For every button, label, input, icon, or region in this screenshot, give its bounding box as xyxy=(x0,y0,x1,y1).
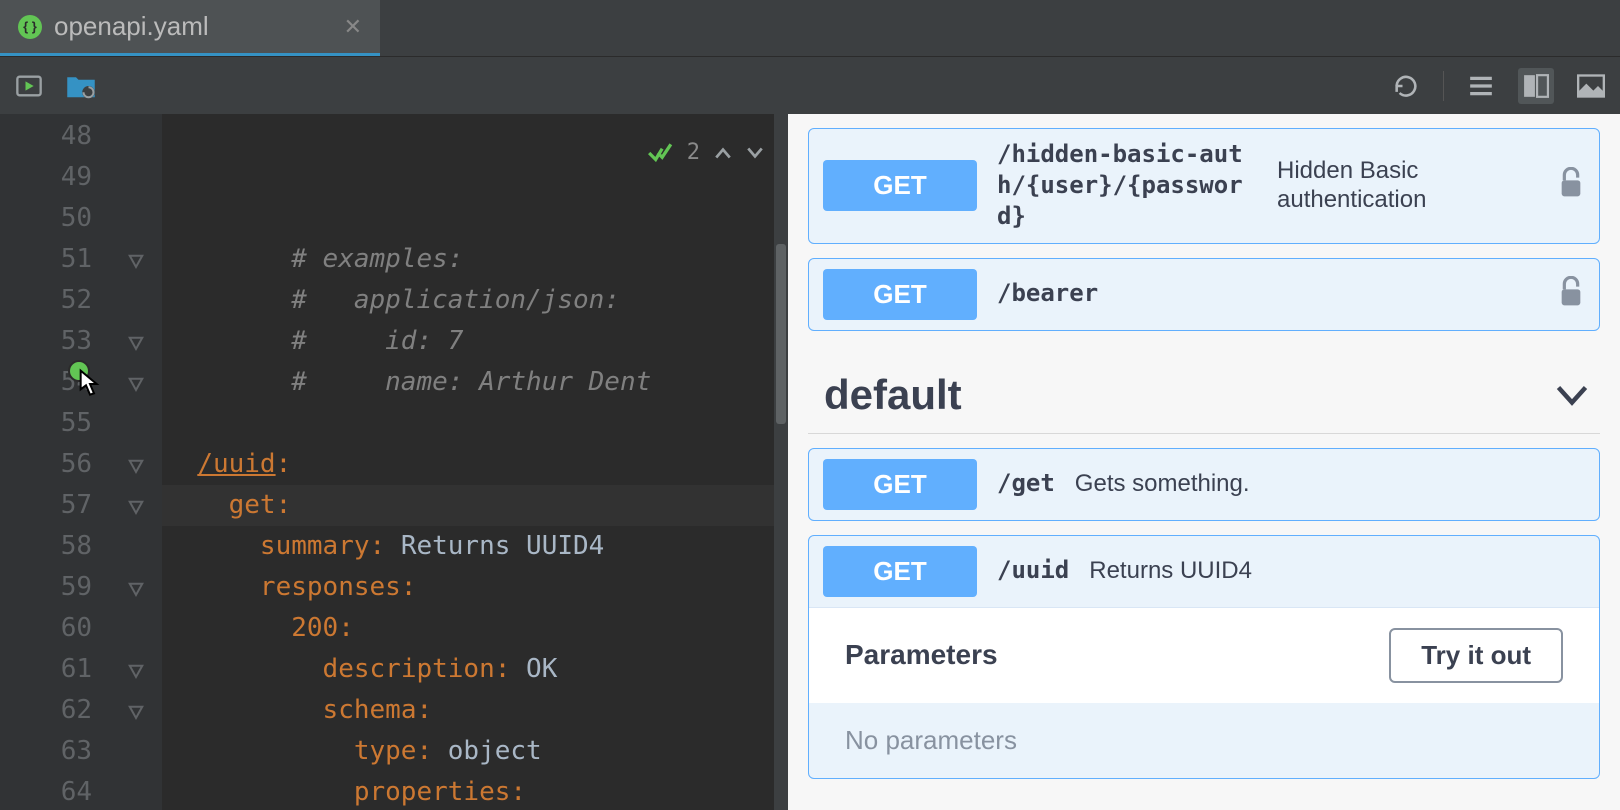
code-line[interactable]: /uuid: xyxy=(162,444,788,485)
tab-bar: { } openapi.yaml ✕ xyxy=(0,0,1620,56)
fold-toggle[interactable] xyxy=(126,577,146,597)
code-area[interactable]: 2 # examples: # application/json: # id: … xyxy=(162,114,788,810)
scrollbar-track[interactable] xyxy=(774,114,788,810)
scrollbar-thumb[interactable] xyxy=(776,244,786,424)
operation-block: GET/bearer xyxy=(808,258,1600,331)
fold-toggle[interactable] xyxy=(126,659,146,679)
checkmark-icon xyxy=(647,142,673,164)
chevron-down-icon[interactable] xyxy=(746,146,764,160)
close-icon[interactable]: ✕ xyxy=(344,14,362,40)
lock-icon[interactable] xyxy=(1557,167,1585,204)
code-line[interactable]: properties: xyxy=(162,772,788,810)
parameters-body: No parameters xyxy=(809,703,1599,778)
operation-block: GET/getGets something. xyxy=(808,448,1600,521)
code-line[interactable]: # application/json: xyxy=(162,280,788,321)
run-icon[interactable] xyxy=(14,71,44,101)
inspection-widget[interactable]: 2 xyxy=(647,132,764,173)
chevron-down-icon[interactable] xyxy=(1554,383,1590,407)
fold-column xyxy=(110,114,162,810)
fold-toggle[interactable] xyxy=(126,454,146,474)
code-line[interactable]: schema: xyxy=(162,690,788,731)
fold-toggle[interactable] xyxy=(126,331,146,351)
code-line[interactable] xyxy=(162,403,788,444)
http-method-badge: GET xyxy=(823,269,977,320)
fold-toggle[interactable] xyxy=(126,372,146,392)
tab-label: openapi.yaml xyxy=(54,11,209,42)
refresh-icon[interactable] xyxy=(1391,71,1421,101)
editor-tab[interactable]: { } openapi.yaml ✕ xyxy=(0,0,380,56)
code-line[interactable]: get: xyxy=(162,485,788,526)
image-icon[interactable] xyxy=(1576,71,1606,101)
list-view-icon[interactable] xyxy=(1466,71,1496,101)
code-line[interactable]: type: object xyxy=(162,731,788,772)
parameters-title: Parameters xyxy=(845,639,998,671)
operation-header[interactable]: GET/getGets something. xyxy=(809,449,1599,520)
code-line[interactable]: 200: xyxy=(162,608,788,649)
code-line[interactable]: summary: Returns UUID4 xyxy=(162,526,788,567)
fold-toggle[interactable] xyxy=(126,249,146,269)
mouse-cursor xyxy=(72,368,100,396)
code-line[interactable]: # name: Arthur Dent xyxy=(162,362,788,403)
http-method-badge: GET xyxy=(823,459,977,510)
code-line[interactable]: description: OK xyxy=(162,649,788,690)
operation-header[interactable]: GET/hidden-basic-auth/{user}/{password}H… xyxy=(809,129,1599,243)
operation-block: GET/uuidReturns UUID4 Parameters Try it ou… xyxy=(808,535,1600,779)
code-line[interactable]: # examples: xyxy=(162,239,788,280)
inspection-count: 2 xyxy=(687,132,700,173)
section-title: default xyxy=(824,371,962,419)
parameters-header: Parameters Try it out xyxy=(809,607,1599,703)
swagger-preview[interactable]: GET/hidden-basic-auth/{user}/{password}H… xyxy=(788,114,1620,810)
operation-header[interactable]: GET/bearer xyxy=(809,259,1599,330)
operation-header[interactable]: GET/uuidReturns UUID4 xyxy=(809,536,1599,607)
fold-toggle[interactable] xyxy=(126,495,146,515)
try-it-out-button[interactable]: Try it out xyxy=(1389,628,1563,683)
code-line[interactable]: responses: xyxy=(162,567,788,608)
line-number-gutter: 4849505152535455565758596061626364 xyxy=(0,114,110,810)
toolbar xyxy=(0,56,1620,114)
code-line[interactable]: # id: 7 xyxy=(162,321,788,362)
http-method-badge: GET xyxy=(823,546,977,597)
fold-toggle[interactable] xyxy=(126,700,146,720)
folder-refresh-icon[interactable] xyxy=(66,71,96,101)
chevron-up-icon[interactable] xyxy=(714,146,732,160)
split-view-icon[interactable] xyxy=(1518,68,1554,104)
openapi-icon: { } xyxy=(18,15,42,39)
tag-section-header[interactable]: default xyxy=(808,337,1600,434)
lock-icon[interactable] xyxy=(1557,276,1585,313)
operation-block: GET/hidden-basic-auth/{user}/{password}H… xyxy=(808,128,1600,244)
code-editor[interactable]: 4849505152535455565758596061626364 2 # e… xyxy=(0,114,788,810)
http-method-badge: GET xyxy=(823,160,977,211)
